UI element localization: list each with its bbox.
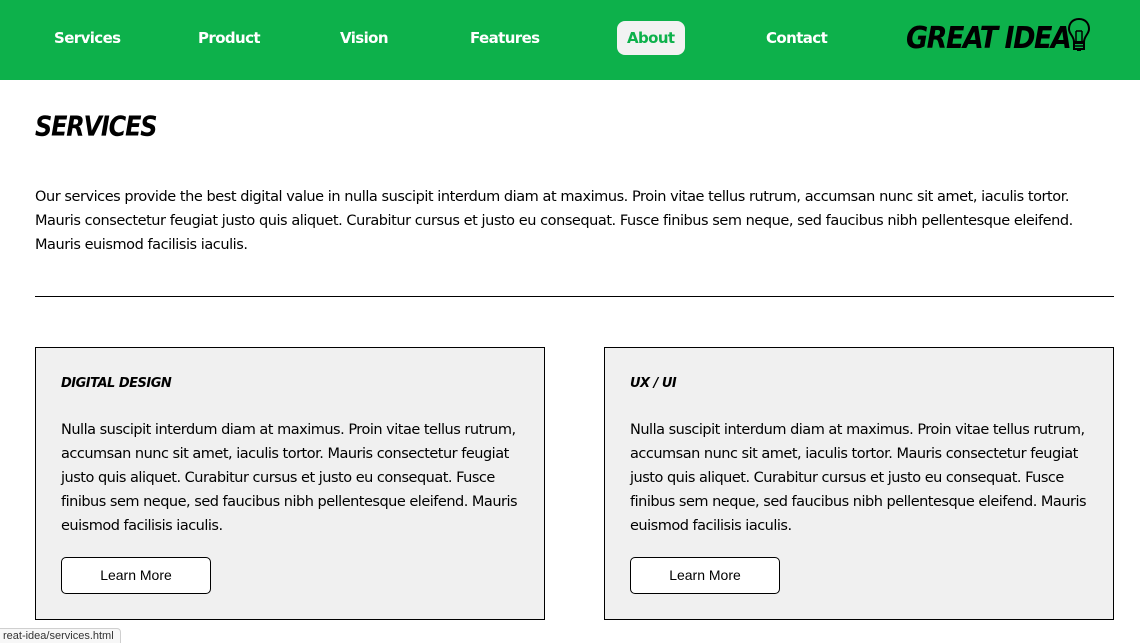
top-navigation-bar: Services Product Vision Features About C…: [0, 0, 1140, 80]
site-logo[interactable]: GREAT IDEA: [906, 17, 1091, 59]
nav-link-services[interactable]: Services: [54, 21, 121, 55]
logo-text: GREAT IDEA: [906, 20, 1072, 56]
card-description: Nulla suscipit interdum diam at maximus.…: [630, 422, 1087, 534]
nav-link-features[interactable]: Features: [470, 21, 540, 55]
browser-status-url: reat-idea/services.html: [0, 628, 121, 643]
page-title: SERVICES: [35, 110, 158, 143]
nav-link-about[interactable]: About: [617, 21, 685, 55]
learn-more-button[interactable]: Learn More: [630, 557, 780, 594]
lightbulb-icon: [1068, 17, 1091, 51]
card-title: Digital Design: [61, 376, 172, 391]
section-divider: [35, 296, 1114, 297]
card-description: Nulla suscipit interdum diam at maximus.…: [61, 422, 518, 534]
services-intro-text: Our services provide the best digital va…: [35, 189, 1073, 253]
service-card-ux-ui: UX / UI Nulla suscipit interdum diam at …: [604, 347, 1114, 620]
nav-link-contact[interactable]: Contact: [766, 21, 828, 55]
nav-link-vision[interactable]: Vision: [340, 21, 389, 55]
card-title: UX / UI: [630, 376, 677, 391]
nav-link-product[interactable]: Product: [198, 21, 261, 55]
learn-more-button[interactable]: Learn More: [61, 557, 211, 594]
service-card-digital-design: Digital Design Nulla suscipit interdum d…: [35, 347, 545, 620]
